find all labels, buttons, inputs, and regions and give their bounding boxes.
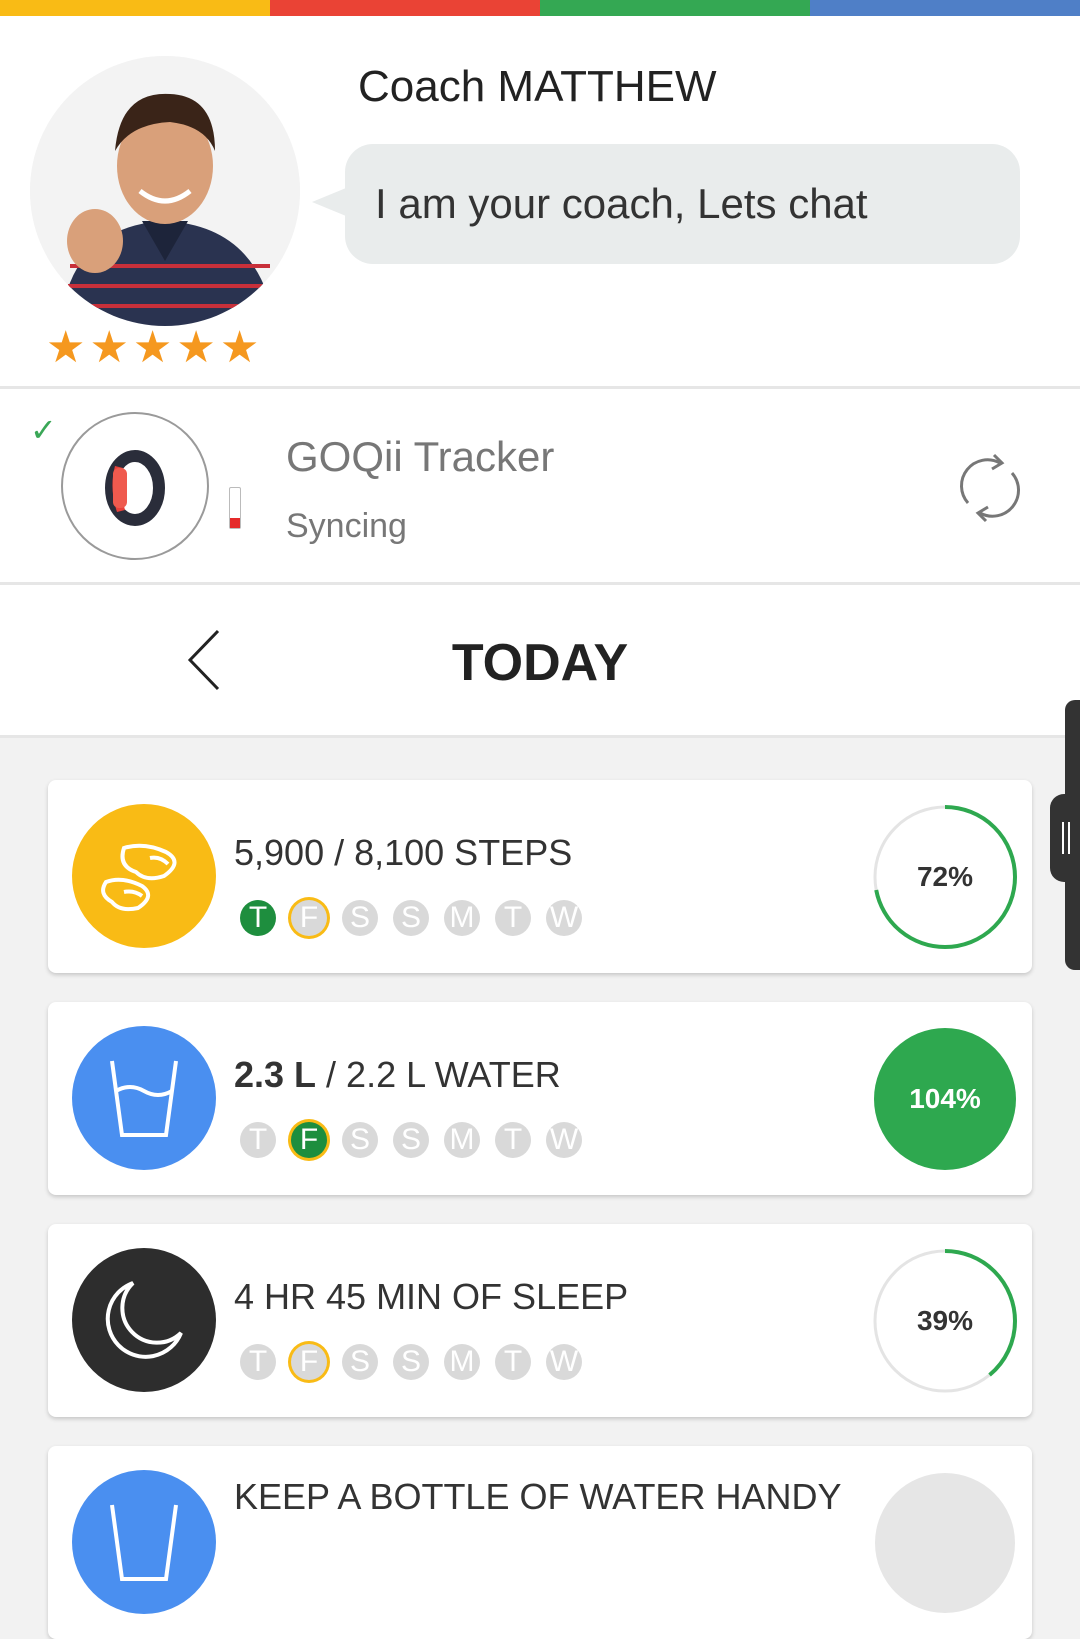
water-icon-badge: [72, 1026, 216, 1170]
star-icon: ★: [176, 323, 216, 372]
star-icon: ★: [46, 323, 86, 372]
weekday-dot: F: [291, 900, 327, 936]
weekday-dot: M: [444, 1344, 480, 1380]
tip-card[interactable]: KEEP A BOTTLE OF WATER HANDY: [48, 1446, 1032, 1639]
water-summary: 2.3 L / 2.2 L WATER: [234, 1054, 561, 1096]
fitness-band-icon: [105, 450, 165, 526]
tip-status-circle[interactable]: [872, 1470, 1018, 1616]
footprints-icon: [101, 843, 177, 912]
weekday-dot: W: [546, 1122, 582, 1158]
weekday-dot: S: [393, 900, 429, 936]
sleep-icon-badge: [72, 1248, 216, 1392]
sleep-progress-label: 39%: [916, 1305, 974, 1336]
chat-bubble-tail: [312, 188, 346, 216]
date-title: TODAY: [451, 634, 629, 692]
weekday-dot: S: [393, 1344, 429, 1380]
water-progress-label: 104%: [909, 1083, 981, 1114]
tracker-section[interactable]: ✓ GOQii Tracker Syncing: [0, 389, 1080, 582]
battery-level: [230, 518, 240, 528]
coach-name: Coach MATTHEW: [358, 62, 717, 111]
water-progress-ring: 104%: [872, 1026, 1018, 1172]
water-glass-icon: [110, 1060, 178, 1137]
weekday-dot: M: [444, 900, 480, 936]
sync-button[interactable]: [946, 447, 1034, 527]
sleep-summary: 4 HR 45 MIN OF SLEEP: [234, 1276, 629, 1317]
sleep-progress-ring: 39%: [872, 1248, 1018, 1394]
weekday-dot: S: [342, 1122, 378, 1158]
weekday-dot: T: [240, 900, 276, 936]
coach-avatar[interactable]: [30, 56, 300, 326]
water-card[interactable]: 2.3 L / 2.2 L WATER TFSSMTW 104%: [48, 1002, 1032, 1195]
tip-text: KEEP A BOTTLE OF WATER HANDY: [234, 1476, 842, 1517]
weekday-dot: T: [495, 900, 531, 936]
weekday-streak: TFSSMTW: [240, 900, 582, 936]
side-panel-handle[interactable]: [1050, 794, 1080, 882]
weekday-dot: T: [240, 1344, 276, 1380]
weekday-dot: S: [342, 900, 378, 936]
water-consumed: 2.3 L: [234, 1054, 317, 1095]
water-glass-icon: [110, 1504, 178, 1581]
weekday-dot: T: [495, 1122, 531, 1158]
top-bar-segment-blue: [810, 0, 1080, 16]
weekday-dot: T: [240, 1122, 276, 1158]
coach-photo-icon: [30, 56, 300, 326]
weekday-dot: F: [291, 1122, 327, 1158]
steps-progress-label: 72%: [916, 861, 974, 892]
tracker-status: Syncing: [286, 507, 407, 545]
water-goal: / 2.2 L WATER: [316, 1054, 561, 1095]
steps-card[interactable]: 5,900 / 8,100 STEPS TFSSMTW 72%: [48, 780, 1032, 973]
weekday-streak: TFSSMTW: [240, 1344, 582, 1380]
steps-progress-ring: 72%: [872, 804, 1018, 950]
coach-section: ★ ★ ★ ★ ★ Coach MATTHEW I am your coach,…: [0, 16, 1080, 388]
star-icon: ★: [219, 323, 260, 372]
check-icon: ✓: [30, 412, 57, 448]
star-icon: ★: [89, 323, 129, 372]
top-bar-segment-green: [540, 0, 810, 16]
steps-icon-badge: [72, 804, 216, 948]
weekday-dot: S: [393, 1122, 429, 1158]
battery-indicator: [229, 487, 241, 529]
weekday-dot: S: [342, 1344, 378, 1380]
top-color-bar: [0, 0, 1080, 16]
tracker-name: GOQii Tracker: [286, 433, 555, 480]
top-bar-segment-yellow: [0, 0, 270, 16]
weekday-dot: W: [546, 900, 582, 936]
sleep-card[interactable]: 4 HR 45 MIN OF SLEEP TFSSMTW 39%: [48, 1224, 1032, 1417]
weekday-dot: W: [546, 1344, 582, 1380]
tracker-image: [61, 412, 209, 560]
steps-summary: 5,900 / 8,100 STEPS: [234, 832, 573, 873]
coach-chat-bubble[interactable]: I am your coach, Lets chat: [345, 144, 1020, 264]
weekday-dot: F: [291, 1344, 327, 1380]
date-navigator: TODAY: [0, 585, 1080, 735]
star-icon: ★: [132, 323, 173, 372]
tip-status-graphic: [875, 1473, 1015, 1613]
tip-icon-badge: [72, 1470, 216, 1614]
top-bar-segment-red: [270, 0, 540, 16]
refresh-icon: [960, 453, 1020, 523]
coach-rating: ★ ★ ★ ★ ★: [46, 324, 259, 372]
moon-icon: [105, 1281, 183, 1359]
weekday-streak: TFSSMTW: [240, 1122, 582, 1158]
weekday-dot: T: [495, 1344, 531, 1380]
divider: [0, 735, 1080, 738]
weekday-dot: M: [444, 1122, 480, 1158]
